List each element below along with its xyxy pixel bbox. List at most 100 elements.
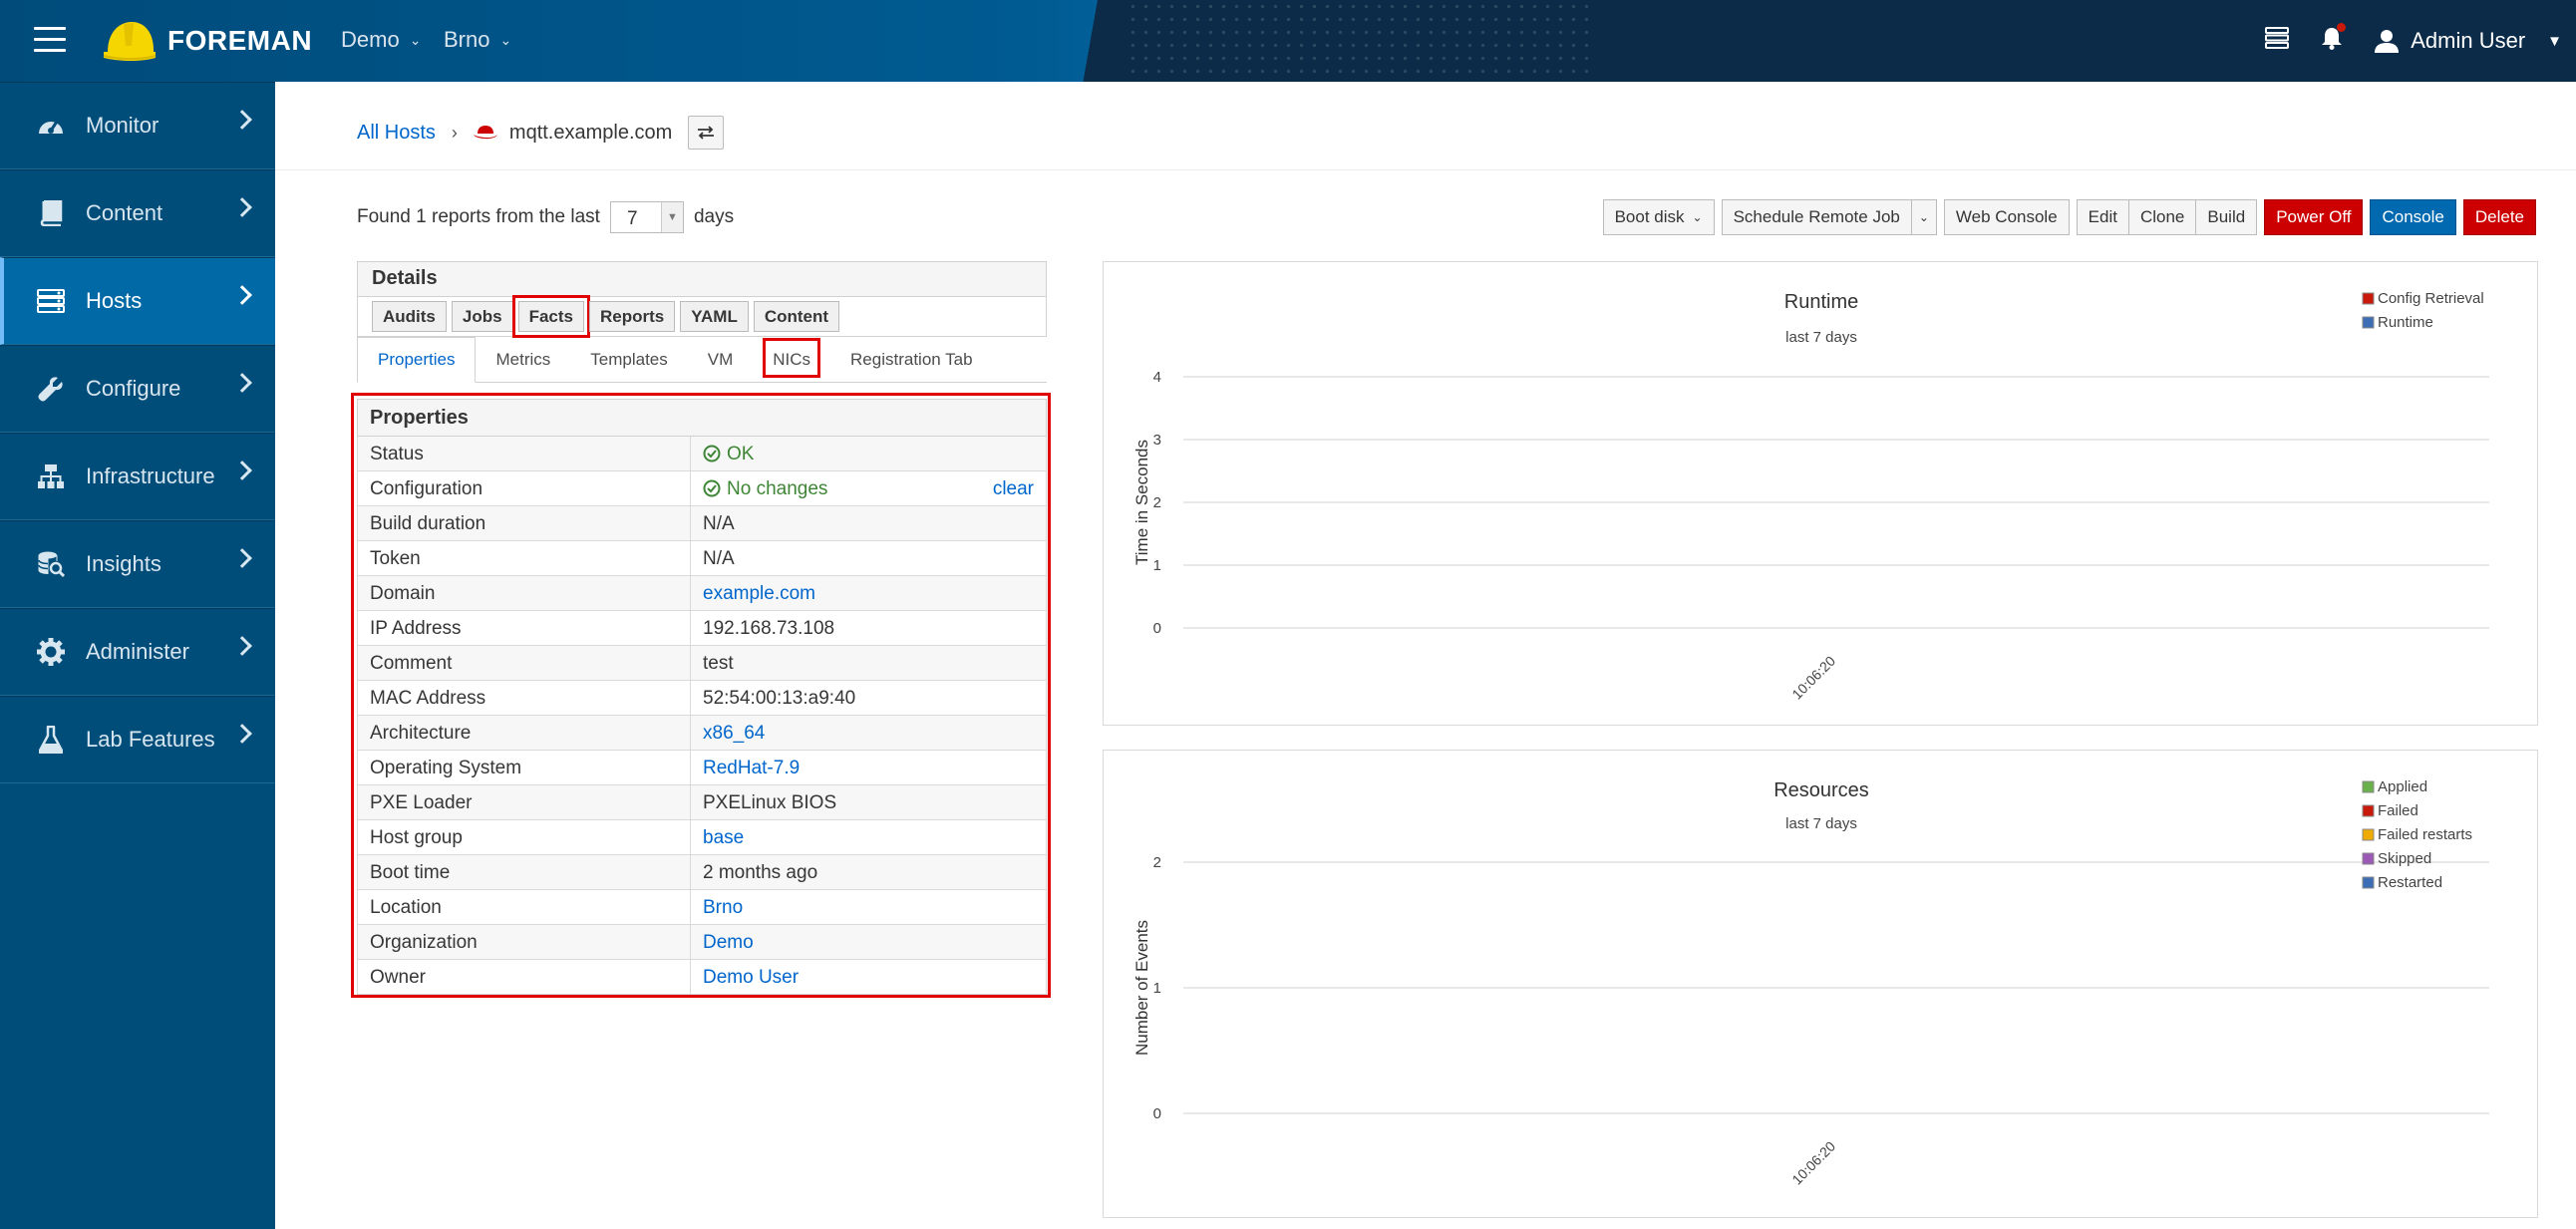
reports-button[interactable]: Reports [589,301,676,332]
web-console-button[interactable]: Web Console [1943,199,2070,235]
user-menu[interactable]: Admin User ▼ [2375,28,2562,54]
chevron-right-icon [232,285,252,305]
table-row: Comment test [357,646,1047,681]
table-row: Boot time 2 months ago [357,855,1047,890]
property-key: Boot time [358,855,691,889]
domain-link[interactable]: example.com [691,576,1046,610]
report-days-select[interactable]: 7 ▼ [609,201,684,233]
operating-system-link[interactable]: RedHat-7.9 [691,751,1046,784]
chevron-down-icon: ⌄ [409,32,422,48]
tasks-icon[interactable] [2265,27,2290,55]
tab-registration[interactable]: Registration Tab [830,350,993,382]
table-row: Token N/A [357,541,1047,576]
sidebar-item-configure[interactable]: Configure [0,345,275,433]
property-value: 192.168.73.108 [703,618,835,639]
tab-metrics[interactable]: Metrics [476,350,570,382]
owner-link[interactable]: Demo User [691,960,1046,994]
chevron-right-icon [232,197,252,217]
sidebar-item-monitor[interactable]: Monitor [0,82,275,169]
property-value: No changes clear [691,471,1046,505]
tab-templates[interactable]: Templates [570,350,687,382]
table-row: Organization Demo [357,925,1047,960]
property-key: Host group [358,820,691,854]
property-key: PXE Loader [358,785,691,819]
clear-link[interactable]: clear [993,478,1034,500]
schedule-remote-job-button[interactable]: Schedule Remote Job [1721,199,1912,235]
table-row: Operating System RedHat-7.9 [357,751,1047,785]
location-link[interactable]: Brno [691,890,1046,924]
y-axis-label: Time in Seconds [1132,440,1151,565]
property-value: N/A [703,513,735,534]
reports-prefix-text: Found 1 reports from the last [357,206,600,227]
sidebar-item-lab-features[interactable]: Lab Features [0,696,275,783]
flask-icon [36,725,66,755]
edit-button[interactable]: Edit [2076,199,2129,235]
console-button[interactable]: Console [2370,199,2456,235]
host-group-link[interactable]: base [691,820,1046,854]
sidebar-item-insights[interactable]: Insights [0,520,275,608]
tab-vm[interactable]: VM [688,350,754,382]
brand-name: FOREMAN [167,25,313,56]
boot-disk-label: Boot disk [1614,207,1685,226]
sidebar-item-content[interactable]: Content [0,169,275,257]
y-tick-label: 2 [1153,854,1161,871]
jobs-button[interactable]: Jobs [451,301,513,332]
schedule-remote-job-label: Schedule Remote Job [1733,207,1900,226]
resources-chart-svg: Resources last 7 days 0 1 2 Number of Events 1… [1132,778,2489,1188]
chevron-down-icon: ⌄ [499,32,512,48]
redhat-icon [473,126,497,140]
resources-chart: Resources last 7 days 0 1 2 Number of Events 1… [1103,750,2538,1218]
table-row: Host group base [357,820,1047,855]
organization-switcher[interactable]: Demo ⌄ [341,27,421,53]
facts-button[interactable]: Facts [511,295,591,338]
server-icon [36,286,66,316]
edit-label: Edit [2088,207,2117,226]
chevron-right-icon [232,373,252,393]
delete-button[interactable]: Delete [2462,199,2536,235]
legend-label: Failed restarts [2378,826,2472,843]
location-label: Brno [444,27,490,52]
sidebar-item-infrastructure[interactable]: Infrastructure [0,433,275,520]
schedule-remote-job-dropdown[interactable]: ⌄ [1911,199,1937,235]
chart-title: Resources [1773,779,1869,801]
organization-link[interactable]: Demo [691,925,1046,959]
properties-title: Properties [357,399,1047,437]
report-days-value: 7 [626,208,638,229]
legend-swatch [2362,316,2375,329]
property-key: Architecture [358,716,691,750]
hamburger-menu-icon[interactable] [34,27,66,53]
power-off-button[interactable]: Power Off [2264,199,2364,235]
location-switcher[interactable]: Brno ⌄ [444,27,511,53]
gear-icon [36,637,66,667]
yaml-button[interactable]: YAML [680,301,749,332]
top-navbar: FOREMAN Demo ⌄ Brno ⌄ Admin User ▼ [0,0,2576,82]
property-key: MAC Address [358,681,691,715]
main-content: All Hosts › mqtt.example.com Found 1 rep… [275,82,2576,1229]
chart-title: Runtime [1784,291,1858,313]
foreman-logo[interactable]: FOREMAN [102,14,312,68]
runtime-chart-svg: Runtime last 7 days 0 1 2 3 4 Time in Seconds 10… [1132,290,2489,703]
select-caret-icon: ▼ [660,202,683,232]
chevron-right-icon [232,548,252,568]
clone-button[interactable]: Clone [2128,199,2197,235]
breadcrumb-all-hosts-link[interactable]: All Hosts [357,122,436,145]
content-button[interactable]: Content [753,301,840,332]
sidebar-item-administer[interactable]: Administer [0,608,275,696]
configuration-value: No changes [727,478,828,499]
switch-host-button[interactable] [688,116,725,150]
sidebar-item-hosts[interactable]: Hosts [0,257,275,345]
organization-label: Demo [341,27,400,52]
tab-nics[interactable]: NICs [753,338,830,382]
helmet-icon [103,22,157,61]
chart-subtitle: last 7 days [1785,329,1857,346]
sidebar-item-label: Insights [86,551,161,576]
build-button[interactable]: Build [2196,199,2258,235]
architecture-link[interactable]: x86_64 [691,716,1046,750]
tab-properties[interactable]: Properties [357,337,477,383]
sidebar: Monitor Content Hosts Configure Infrastr… [0,82,275,1229]
legend-swatch [2362,828,2375,841]
boot-disk-button[interactable]: Boot disk ⌄ [1602,199,1715,235]
notifications-bell-icon[interactable] [2321,23,2347,56]
audits-button[interactable]: Audits [372,301,447,332]
y-tick-label: 0 [1153,620,1161,637]
